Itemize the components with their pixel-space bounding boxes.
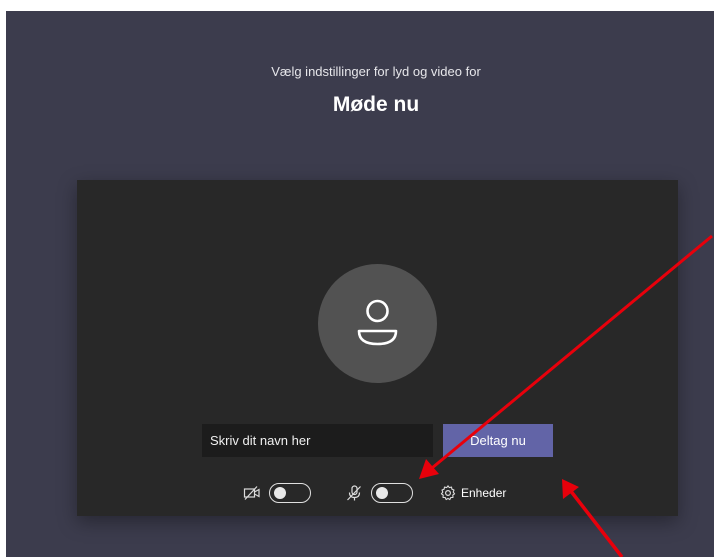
- video-preview: Deltag nu: [77, 180, 678, 516]
- camera-toggle[interactable]: [269, 483, 311, 503]
- name-input[interactable]: [202, 424, 433, 457]
- pre-join-screen: Vælg indstillinger for lyd og video for …: [6, 11, 714, 557]
- devices-button[interactable]: Enheder: [461, 486, 506, 500]
- meeting-title: Møde nu: [332, 93, 420, 116]
- person-icon: [357, 299, 398, 346]
- camera-toggle-knob: [274, 487, 286, 499]
- avatar: [318, 264, 437, 383]
- microphone-toggle[interactable]: [371, 483, 413, 503]
- gear-icon[interactable]: [439, 484, 457, 502]
- microphone-toggle-knob: [376, 487, 388, 499]
- subtitle: Vælg indstillinger for lyd og video for: [271, 64, 481, 79]
- camera-off-icon: [243, 486, 260, 500]
- mic-off-icon: [347, 485, 361, 501]
- join-now-button[interactable]: Deltag nu: [443, 424, 553, 457]
- device-controls: Enheder: [77, 480, 678, 510]
